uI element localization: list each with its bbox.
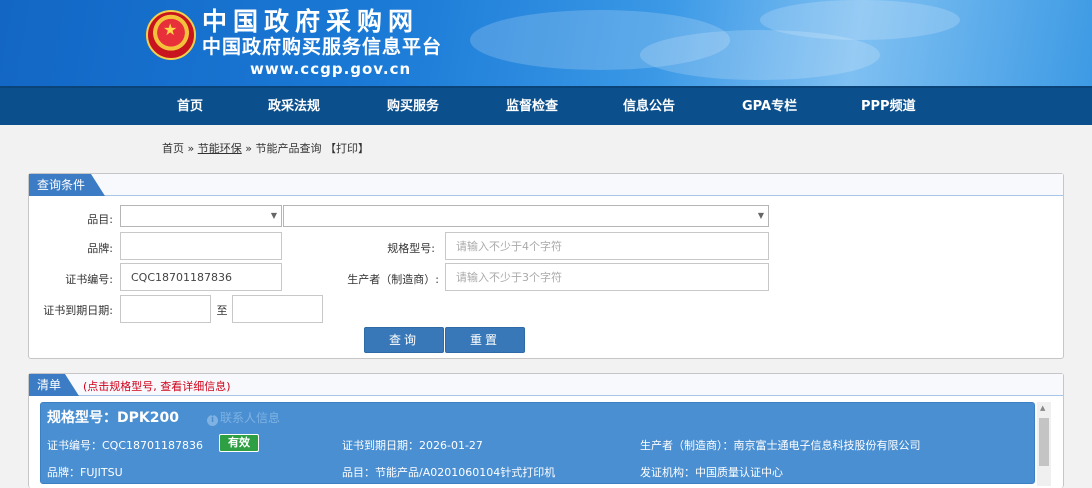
search-button[interactable]: 查询 (364, 327, 444, 353)
maker-label: 生产者（制造商）: (347, 273, 439, 286)
print-link[interactable]: 【打印】 (321, 142, 369, 155)
result-issuer: 发证机构：中国质量认证中心 (640, 466, 783, 479)
category-select-secondary[interactable]: ▼ (283, 205, 769, 227)
maker-input[interactable] (445, 263, 769, 291)
chevron-down-icon: ▼ (270, 211, 277, 220)
reset-button[interactable]: 重置 (445, 327, 525, 353)
list-panel-title: 清单 (29, 374, 79, 396)
result-cert: 证书编号：CQC18701187836 (47, 439, 204, 452)
breadcrumb-separator: » (184, 142, 198, 155)
category-label: 品目: (87, 213, 113, 226)
nav-item-supervision[interactable]: 监督检查 (506, 88, 558, 125)
nav-item-gpa[interactable]: GPA专栏 (742, 88, 797, 125)
breadcrumb-separator: » (241, 142, 256, 155)
status-badge: 有效 (219, 434, 259, 452)
nav-item-home[interactable]: 首页 (177, 88, 203, 125)
list-scrollbar[interactable]: ▲ (1037, 402, 1051, 486)
brand-input[interactable] (120, 232, 282, 260)
main-nav: 首页 政采法规 购买服务 监督检查 信息公告 GPA专栏 PPP频道 (0, 86, 1092, 125)
breadcrumb-section[interactable]: 节能环保 (198, 142, 242, 155)
site-url: www.ccgp.gov.cn (250, 60, 412, 78)
nav-item-regulations[interactable]: 政采法规 (268, 88, 320, 125)
chevron-down-icon: ▼ (757, 211, 764, 220)
result-expiry: 证书到期日期：2026-01-27 (342, 439, 483, 452)
result-card: 规格型号：DPK200 i 联系人信息 证书编号：CQC18701187836 有… (40, 402, 1035, 484)
expiry-label: 证书到期日期: (43, 304, 113, 317)
site-banner: ★ 中国政府采购网 中国政府购买服务信息平台 www.ccgp.gov.cn (0, 0, 1092, 86)
scrollbar-thumb[interactable] (1039, 418, 1049, 466)
to-label: 至 (216, 304, 228, 317)
nav-item-ppp[interactable]: PPP频道 (861, 88, 916, 125)
national-emblem-icon: ★ (146, 10, 196, 60)
category-select-primary[interactable]: ▼ (120, 205, 282, 227)
list-hint: (点击规格型号, 查看详细信息) (83, 380, 231, 393)
cert-label: 证书编号: (65, 273, 113, 286)
contact-info-label: 联系人信息 (220, 411, 281, 425)
model-label: 规格型号: (387, 242, 435, 255)
expiry-end-input[interactable] (232, 295, 323, 323)
result-maker: 生产者（制造商）：南京富士通电子信息科技股份有限公司 (640, 439, 921, 452)
model-input[interactable] (445, 232, 769, 260)
site-title: 中国政府采购网 (202, 7, 420, 36)
result-model-link[interactable]: 规格型号：DPK200 (47, 407, 179, 427)
query-panel: 查询条件 品目: ▼ ▼ 品牌: 规格型号: 证书编号: 生产者（制造商）: 证… (28, 173, 1064, 359)
info-icon: i (207, 415, 218, 426)
contact-info-link[interactable]: i 联系人信息 (207, 409, 280, 426)
nav-item-announcements[interactable]: 信息公告 (623, 88, 675, 125)
breadcrumb-home[interactable]: 首页 (162, 142, 184, 155)
query-panel-title: 查询条件 (29, 174, 105, 196)
result-category: 品目：节能产品/A0201060104针式打印机 (342, 466, 556, 479)
site-subtitle: 中国政府购买服务信息平台 (202, 36, 443, 58)
nav-item-purchase-services[interactable]: 购买服务 (387, 88, 439, 125)
expiry-start-input[interactable] (120, 295, 211, 323)
brand-label: 品牌: (87, 242, 113, 255)
scroll-up-arrow-icon[interactable]: ▲ (1040, 404, 1045, 412)
breadcrumb: 首页 » 节能环保 » 节能产品查询 【打印】 (162, 140, 369, 156)
result-brand: 品牌：FUJITSU (47, 466, 123, 479)
breadcrumb-current: 节能产品查询 (255, 142, 322, 155)
cert-number-input[interactable] (120, 263, 282, 291)
